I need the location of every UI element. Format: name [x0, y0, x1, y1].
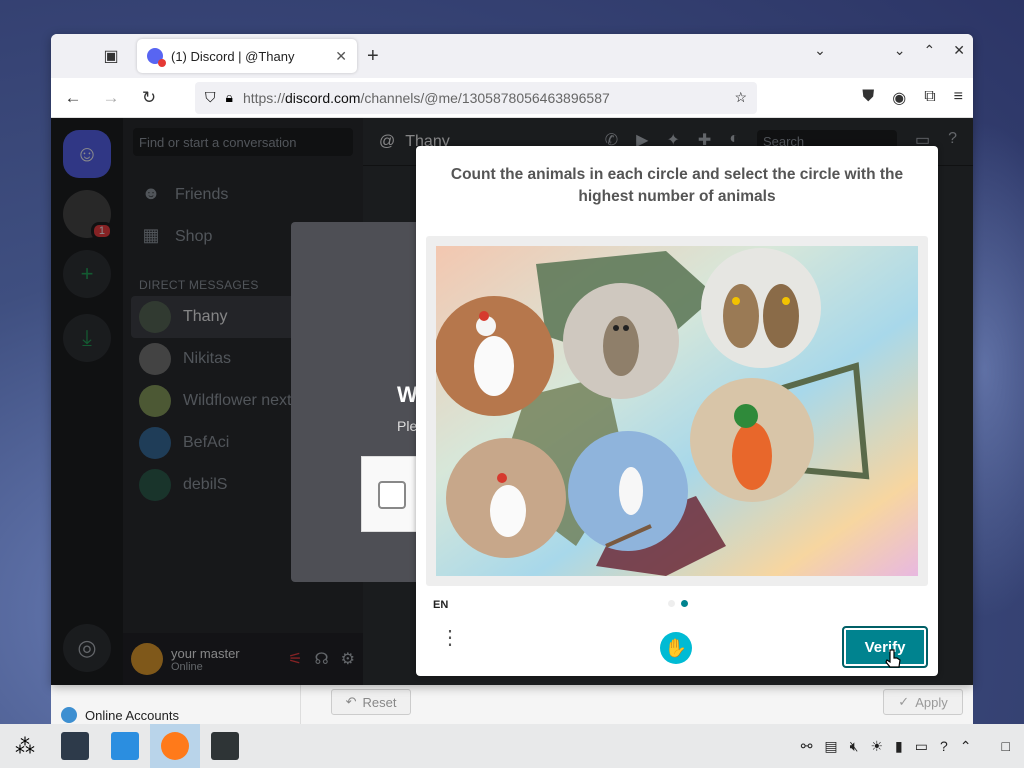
reload-icon[interactable]: ↻	[137, 86, 161, 110]
owl-body	[603, 316, 639, 376]
volume-muted-icon[interactable]: 🔇︎	[850, 738, 859, 755]
back-icon[interactable]: ←	[61, 86, 85, 110]
hcaptcha-challenge: Count the animals in each circle and sel…	[416, 146, 938, 676]
mouse-pointer-icon	[885, 649, 901, 668]
toolbar-right: ⛊ ◉ ⧉ ≡	[862, 88, 963, 108]
taskbar-terminal-app[interactable]	[200, 724, 250, 768]
display-icon[interactable]: ▭	[915, 738, 928, 755]
apply-label: Apply	[915, 694, 948, 710]
menu-icon[interactable]: ≡	[954, 88, 963, 108]
url-domain: discord.com	[284, 89, 361, 106]
owl-left-body	[723, 284, 759, 348]
challenge-image-frame	[426, 236, 928, 586]
store-app-icon	[111, 732, 139, 760]
shield-icon[interactable]: ⛉	[205, 89, 216, 106]
brightness-icon[interactable]: ☀	[870, 738, 883, 755]
navigation-bar: ← → ↻ ⛉ 🔒︎ https://discord.com/channels/…	[51, 78, 973, 118]
account-icon[interactable]: ◉	[892, 88, 906, 108]
discord-favicon-icon	[147, 48, 166, 67]
hcaptcha-logo-icon[interactable]: ✋	[660, 632, 692, 664]
bookmark-star-icon[interactable]: ☆	[734, 89, 747, 106]
challenge-image[interactable]	[436, 246, 918, 576]
firefox-app-icon	[161, 732, 189, 760]
url-prefix: https://	[242, 89, 285, 106]
system-tray: ⚯ ▤ 🔇︎ ☀ ▮ ▭ ? ⌃ □	[801, 738, 1024, 755]
circle-two-owls	[701, 248, 821, 368]
chicken-comb	[479, 311, 489, 321]
close-window-icon[interactable]: ✕	[953, 42, 965, 59]
progress-dot	[668, 600, 675, 607]
taskbar-settings-app[interactable]	[50, 724, 100, 768]
clipboard-icon[interactable]: ▤	[824, 738, 837, 755]
hcaptcha-checkbox[interactable]	[378, 481, 406, 509]
taskbar-firefox-app[interactable]	[150, 724, 200, 768]
network-share-icon[interactable]: ⚯	[801, 738, 813, 755]
forward-icon[interactable]: →	[99, 86, 123, 110]
seagull-body	[619, 467, 643, 515]
progress-dot-active	[681, 600, 688, 607]
challenge-progress	[668, 600, 688, 607]
terminal-app-icon	[211, 732, 239, 760]
chicken-body	[474, 336, 514, 396]
firefox-view-button[interactable]: ▣	[93, 38, 129, 74]
new-tab-button[interactable]: +	[367, 45, 379, 68]
verification-heading: W	[397, 382, 418, 407]
reset-button[interactable]: ↶ Reset	[331, 689, 411, 715]
owl-eye-left	[613, 325, 619, 331]
chicken-2-comb	[497, 473, 507, 483]
online-accounts-label: Online Accounts	[85, 707, 179, 723]
chicken-2-body	[490, 485, 526, 537]
help-tray-icon[interactable]: ?	[940, 738, 948, 754]
owl-left-eye	[732, 297, 740, 305]
tab-discord[interactable]: (1) Discord | @Thany ✕	[137, 39, 357, 73]
challenge-prompt: Count the animals in each circle and sel…	[450, 166, 904, 205]
url-path: /channels/@me/1305878056463896587	[360, 89, 610, 106]
tab-bar: ▣ (1) Discord | @Thany ✕ + ⌄ ⌄ ⌃ ✕	[51, 34, 973, 78]
check-icon: ✓	[898, 694, 910, 709]
list-all-tabs-icon[interactable]: ⌄	[814, 42, 826, 59]
undo-icon: ↶	[345, 694, 357, 709]
owl-right-body	[763, 284, 799, 348]
more-options-icon[interactable]: ⋮	[440, 628, 460, 648]
url-bar[interactable]: ⛉ 🔒︎ https://discord.com/channels/@me/13…	[195, 81, 757, 114]
close-tab-icon[interactable]: ✕	[335, 48, 347, 65]
language-selector[interactable]: EN	[433, 599, 448, 611]
sidebar-item-online-accounts[interactable]: Online Accounts	[61, 707, 179, 723]
online-accounts-icon	[61, 707, 77, 723]
url-text[interactable]: https://discord.com/channels/@me/1305878…	[243, 90, 724, 106]
apply-button[interactable]: ✓ Apply	[883, 689, 963, 715]
battery-icon[interactable]: ▮	[895, 738, 903, 755]
maximize-icon[interactable]: ⌃	[924, 42, 936, 59]
owl-eye-right	[623, 325, 629, 331]
parrot-head	[734, 404, 758, 428]
app-launcher-icon[interactable]: ⁂	[0, 724, 50, 768]
window-controls: ⌄ ⌄ ⌃ ✕	[814, 42, 965, 59]
taskbar-store-app[interactable]	[100, 724, 150, 768]
reset-label: Reset	[362, 694, 397, 710]
minimize-icon[interactable]: ⌄	[894, 42, 906, 59]
taskbar: ⁂ ⚯ ▤ 🔇︎ ☀ ▮ ▭ ? ⌃ □	[0, 724, 1024, 768]
pocket-icon[interactable]: ⛊	[862, 88, 874, 108]
tray-expand-icon[interactable]: ⌃	[960, 738, 972, 755]
show-desktop-icon[interactable]: □	[1002, 738, 1010, 754]
firefox-view-icon: ▣	[103, 48, 119, 65]
extensions-icon[interactable]: ⧉	[924, 88, 935, 108]
tab-title: (1) Discord | @Thany	[171, 48, 295, 64]
verification-subtitle: Ple	[397, 418, 418, 434]
owl-right-eye	[782, 297, 790, 305]
parrot-body	[732, 422, 772, 490]
lock-icon[interactable]: 🔒︎	[226, 89, 233, 106]
settings-app-icon	[61, 732, 89, 760]
